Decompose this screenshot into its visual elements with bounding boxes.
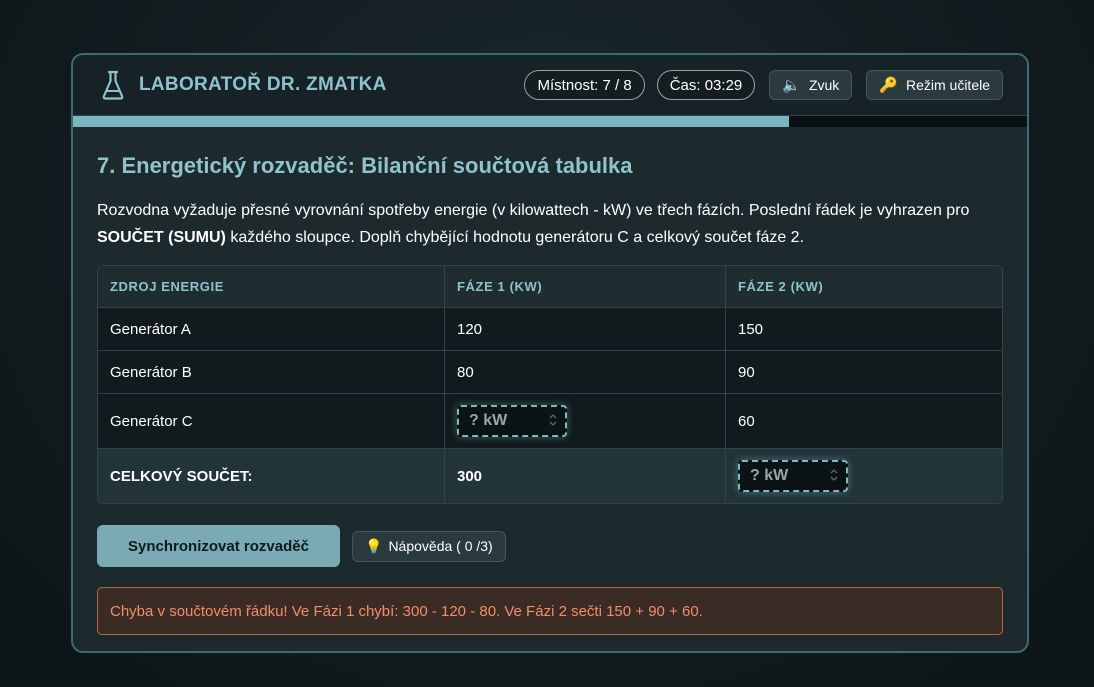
header-phase2: FÁZE 2 (KW) <box>725 266 1002 308</box>
speaker-icon: 🔈 <box>782 77 801 94</box>
table-header-row: ZDROJ ENERGIE FÁZE 1 (KW) FÁZE 2 (KW) <box>98 266 1002 308</box>
table-row: Generátor C 60 <box>98 393 1002 449</box>
room-counter: Místnost: 7 / 8 <box>524 70 645 100</box>
flask-icon <box>102 70 124 100</box>
desc-text-2: každého sloupce. Doplň chybějící hodnotu… <box>225 229 805 246</box>
hint-button[interactable]: 💡 Nápověda ( 0 /3) <box>352 530 506 562</box>
spinner-arrows-icon <box>830 469 838 481</box>
table-row: Generátor B 80 90 <box>98 350 1002 394</box>
total-label: CELKOVÝ SOUČET: <box>98 448 445 503</box>
cell-source: Generátor C <box>98 393 445 449</box>
cell-phase2: 60 <box>725 393 1002 449</box>
generator-c-input-wrap <box>457 405 567 437</box>
cell-phase1: 120 <box>444 307 726 351</box>
sound-label: Zvuk <box>808 77 840 93</box>
timer: Čas: 03:29 <box>656 70 756 100</box>
puzzle-description: Rozvodna vyžaduje přesné vyrovnání spotř… <box>97 197 1003 251</box>
cell-source: Generátor B <box>98 350 445 394</box>
cell-source: Generátor A <box>98 307 445 351</box>
total-phase2-input-wrap <box>738 460 848 492</box>
progress-fill <box>73 116 789 127</box>
cell-phase2: 150 <box>725 307 1002 351</box>
hint-label: Nápověda ( 0 /3) <box>388 538 493 554</box>
total-phase2-cell <box>725 448 1002 503</box>
cell-phase1 <box>444 393 726 449</box>
app-title: LABORATOŘ DR. ZMATKA <box>139 74 387 95</box>
desc-text-1: Rozvodna vyžaduje přesné vyrovnání spotř… <box>97 202 970 219</box>
action-row: Synchronizovat rozvaděč 💡 Nápověda ( 0 /… <box>97 525 1003 567</box>
lightbulb-icon: 💡 <box>365 537 383 554</box>
error-message: Chyba v součtovém řádku! Ve Fázi 1 chybí… <box>97 587 1003 635</box>
brand: LABORATOŘ DR. ZMATKA <box>101 70 387 100</box>
table-row: Generátor A 120 150 <box>98 307 1002 351</box>
sound-button[interactable]: 🔈 Zvuk <box>769 70 853 100</box>
header-bar: LABORATOŘ DR. ZMATKA Místnost: 7 / 8 Čas… <box>73 55 1027 116</box>
puzzle-content: 7. Energetický rozvaděč: Bilanční součto… <box>73 127 1027 635</box>
cell-phase2: 90 <box>725 350 1002 394</box>
cell-phase1: 80 <box>444 350 726 394</box>
total-phase1: 300 <box>444 448 726 503</box>
key-icon: 🔑 <box>879 77 898 94</box>
game-panel: LABORATOŘ DR. ZMATKA Místnost: 7 / 8 Čas… <box>71 53 1029 653</box>
sync-button[interactable]: Synchronizovat rozvaděč <box>97 525 340 567</box>
desc-bold: SOUČET (SUMU) <box>97 229 226 246</box>
header-phase1: FÁZE 1 (KW) <box>444 266 726 308</box>
puzzle-title: 7. Energetický rozvaděč: Bilanční součto… <box>97 153 633 178</box>
energy-table: ZDROJ ENERGIE FÁZE 1 (KW) FÁZE 2 (KW) Ge… <box>97 265 1003 504</box>
spinner-arrows-icon <box>549 414 557 426</box>
teacher-mode-button[interactable]: 🔑 Režim učitele <box>866 70 1003 100</box>
progress-bar <box>73 116 1027 127</box>
teacher-mode-label: Režim učitele <box>905 77 990 93</box>
header-source: ZDROJ ENERGIE <box>98 266 445 308</box>
total-row: CELKOVÝ SOUČET: 300 <box>98 448 1002 503</box>
